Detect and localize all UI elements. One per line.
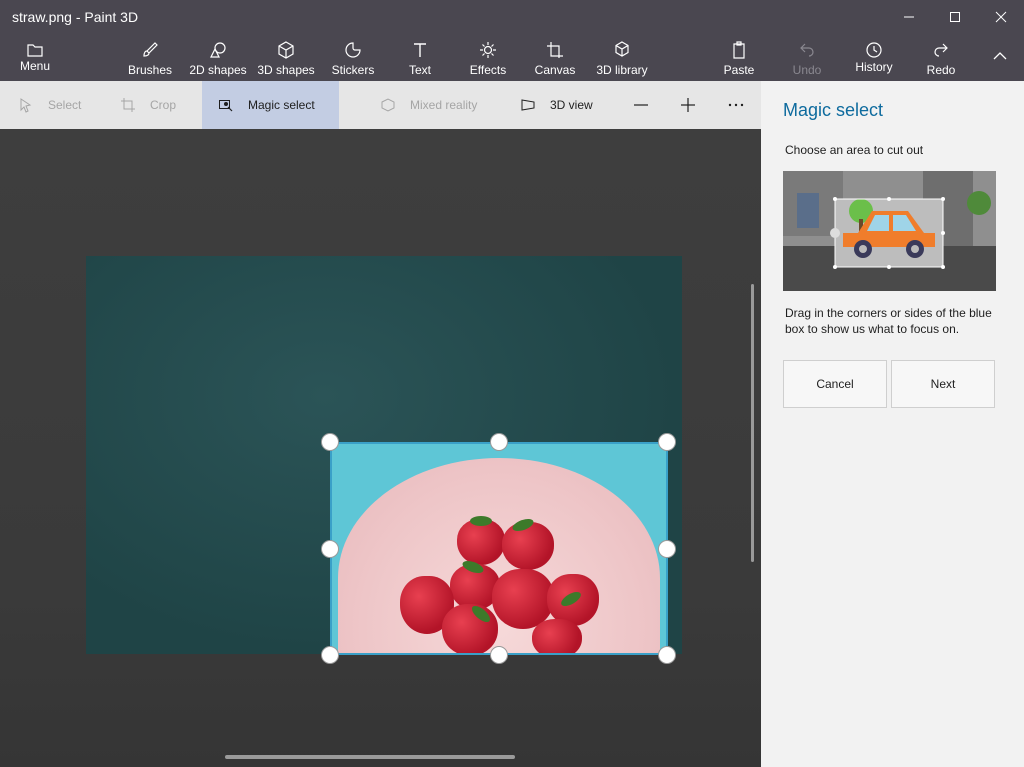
effects-button[interactable]: Effects [468,34,508,81]
3d-library-label: 3D library [596,63,648,77]
canvas-label: Canvas [534,63,576,77]
stickers-button[interactable]: Stickers [330,34,376,81]
paste-icon [733,41,745,59]
plus-icon [681,98,695,112]
text-label: Text [408,63,431,77]
history-label: History [855,60,893,74]
undo-icon [800,43,814,57]
collapse-ribbon-button[interactable] [986,34,1014,81]
3d-shapes-label: 3D shapes [257,63,315,77]
stickers-label: Stickers [331,63,375,77]
brushes-label: Brushes [127,63,173,77]
resize-handle-left[interactable] [321,540,339,558]
cancel-button[interactable]: Cancel [783,360,887,408]
mixed-reality-label: Mixed reality [410,98,478,112]
resize-handle-bottom[interactable] [490,646,508,664]
3d-shapes-icon [278,41,294,59]
vertical-scrollbar[interactable] [751,284,754,562]
effects-icon [480,42,496,58]
zoom-in-button[interactable] [680,81,696,129]
resize-handle-top[interactable] [490,433,508,451]
redo-label: Redo [926,63,956,77]
text-icon [414,43,426,57]
effects-label: Effects [469,63,507,77]
select-tool[interactable]: Select [18,81,81,129]
magic-select-panel: Magic select Choose an area to cut out D [761,81,1024,767]
paste-button[interactable]: Paste [722,34,756,81]
minimize-icon [904,16,914,18]
mixed-reality-icon [381,98,395,112]
zoom-out-button[interactable] [633,81,649,129]
paste-label: Paste [723,63,755,77]
panel-help-text: Drag in the corners or sides of the blue… [785,306,992,336]
resize-handle-top-right[interactable] [658,433,676,451]
resize-handle-right[interactable] [658,540,676,558]
mixed-reality-tool[interactable]: Mixed reality [380,81,477,129]
tool-options-bar: Select Crop Magic select Mixed reality 3… [0,81,761,129]
canvas-button[interactable]: Canvas [535,34,575,81]
undo-label: Undo [792,63,822,77]
resize-handle-top-left[interactable] [321,433,339,451]
2d-shapes-button[interactable]: 2D shapes [188,34,248,81]
stickers-icon [345,42,361,58]
cursor-icon [20,98,32,113]
magic-select-label: Magic select [248,98,315,112]
close-button[interactable] [978,0,1024,34]
magic-select-preview-image [783,171,996,291]
redo-icon [934,43,948,57]
title-bar: straw.png - Paint 3D [0,0,1024,34]
drawing-canvas[interactable] [86,256,682,655]
3d-view-icon [521,99,535,111]
more-options-button[interactable] [728,81,744,129]
undo-button[interactable]: Undo [790,34,824,81]
crop-label: Crop [150,98,177,112]
next-button[interactable]: Next [891,360,995,408]
text-button[interactable]: Text [404,34,436,81]
panel-title: Magic select [783,100,884,120]
2d-shapes-label: 2D shapes [189,63,247,77]
close-icon [995,11,1007,23]
workspace [0,129,761,767]
menu-button[interactable]: Menu [16,34,54,81]
3d-view-label: 3D view [550,98,593,112]
3d-shapes-button[interactable]: 3D shapes [256,34,316,81]
maximize-button[interactable] [932,0,978,34]
panel-subtitle: Choose an area to cut out [785,143,924,157]
folder-icon [27,44,43,57]
brushes-button[interactable]: Brushes [126,34,174,81]
resize-handle-bottom-left[interactable] [321,646,339,664]
canvas-icon [547,42,563,58]
window-title: straw.png - Paint 3D [12,9,139,25]
magic-select-tool[interactable]: Magic select [202,81,339,129]
magic-select-box[interactable] [330,442,668,655]
2d-shapes-icon [210,42,226,58]
3d-view-toggle[interactable]: 3D view [520,81,593,129]
magic-select-icon [219,100,233,112]
maximize-icon [950,12,960,22]
horizontal-scrollbar[interactable] [225,755,515,759]
brush-icon [143,42,158,57]
crop-tool[interactable]: Crop [120,81,176,129]
minimize-button[interactable] [886,0,932,34]
redo-button[interactable]: Redo [926,34,956,81]
collapse-icon [993,52,1007,60]
3d-library-icon [615,41,629,57]
menu-label: Menu [19,59,51,73]
select-label: Select [48,98,82,112]
minus-icon [634,104,648,106]
ribbon: Menu Brushes 2D shapes 3D shapes Sticker… [0,34,1024,81]
resize-handle-bottom-right[interactable] [658,646,676,664]
history-button[interactable]: History [854,34,894,81]
history-icon [866,42,882,58]
crop-icon [121,98,135,112]
more-icon [728,103,744,107]
3d-library-button[interactable]: 3D library [594,34,650,81]
